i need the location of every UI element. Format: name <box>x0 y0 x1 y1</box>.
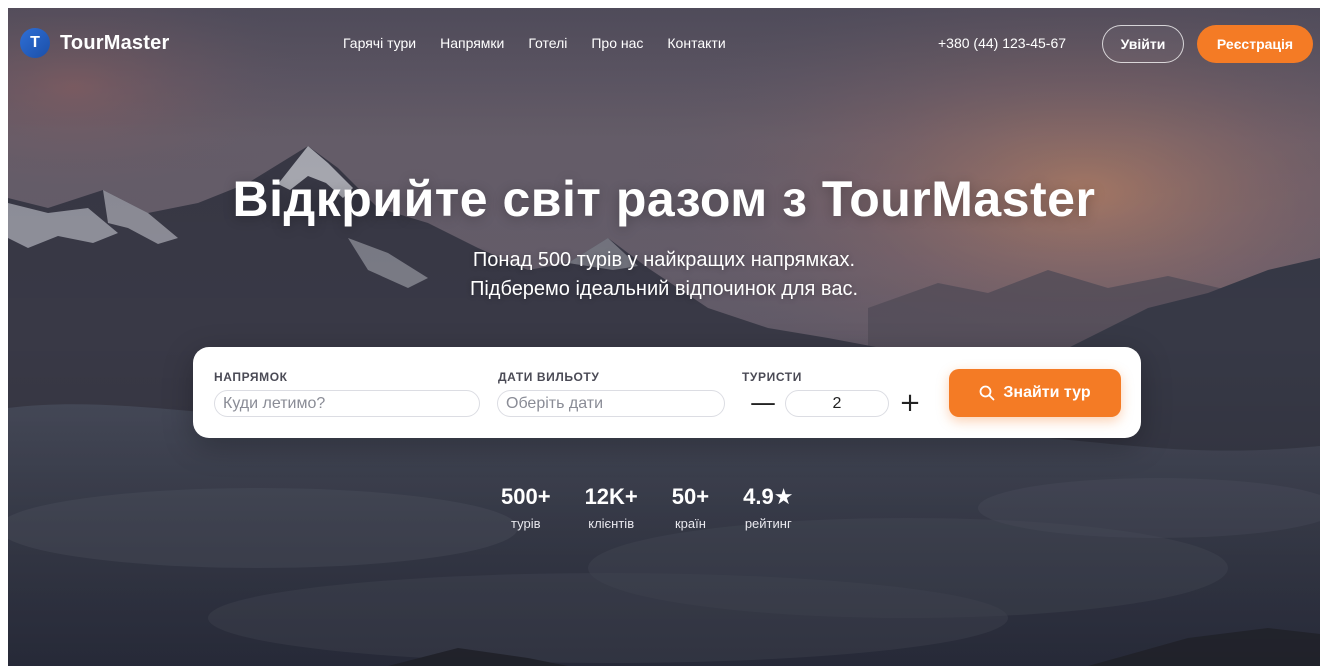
dates-label: ДАТИ ВИЛЬОТУ <box>498 370 600 384</box>
hero-subtitle: Понад 500 турів у найкращих напрямках. П… <box>8 246 1320 304</box>
stat-clients: 12K+ клієнтів <box>585 484 638 531</box>
stat-value: 12K+ <box>584 484 638 509</box>
mountain-background-image <box>8 8 1320 666</box>
login-button[interactable]: Увійти <box>1102 25 1184 63</box>
search-icon <box>979 385 995 401</box>
stat-rating: 4.9★ рейтинг <box>743 484 793 531</box>
hero-section: T TourMaster Гарячі тури Напрямки Готелі… <box>8 8 1320 666</box>
stat-value: 500+ <box>501 484 551 509</box>
stats-row: 500+ турів 12K+ клієнтів 50+ країн 4.9★ … <box>501 484 793 531</box>
stat-label: рейтинг <box>744 516 792 531</box>
find-tour-button[interactable]: Знайти тур <box>949 369 1121 417</box>
register-button[interactable]: Реєстрація <box>1197 25 1313 63</box>
nav-link-contacts[interactable]: Контакти <box>667 35 725 51</box>
logo-badge: T <box>20 28 50 58</box>
destination-input[interactable] <box>214 390 480 417</box>
tourists-count[interactable]: 2 <box>785 390 889 417</box>
stat-value: 50+ <box>671 484 710 509</box>
logo[interactable]: T TourMaster <box>20 28 169 58</box>
stat-label: клієнтів <box>588 516 635 531</box>
nav-link-hot-tours[interactable]: Гарячі тури <box>343 35 416 51</box>
stat-label: країн <box>674 516 706 531</box>
dates-input[interactable] <box>497 390 725 417</box>
nav-link-destinations[interactable]: Напрямки <box>440 35 504 51</box>
hero-title: Відкрийте світ разом з TourMaster <box>232 171 1096 227</box>
nav-link-hotels[interactable]: Готелі <box>528 35 567 51</box>
tourists-increment-button[interactable]: + <box>896 388 924 418</box>
main-menu: Гарячі тури Напрямки Готелі Про нас Конт… <box>343 35 726 51</box>
stat-countries: 50+ країн <box>672 484 709 531</box>
nav-link-about[interactable]: Про нас <box>591 35 643 51</box>
stat-value: 4.9★ <box>743 484 794 509</box>
hero-subtitle-line-1: Понад 500 турів у найкращих напрямках. <box>472 249 856 271</box>
tour-search-form: НАПРЯМОК ДАТИ ВИЛЬОТУ ТУРИСТИ — 2 + Знай… <box>193 347 1141 438</box>
phone-number[interactable]: +380 (44) 123-45-67 <box>938 35 1066 51</box>
logo-text: TourMaster <box>60 31 170 54</box>
find-tour-label: Знайти тур <box>1003 384 1091 401</box>
tourists-decrement-button[interactable]: — <box>749 388 777 418</box>
tourists-label: ТУРИСТИ <box>742 370 802 384</box>
top-navigation: T TourMaster Гарячі тури Напрямки Готелі… <box>8 8 1320 80</box>
stat-tours: 500+ турів <box>501 484 551 531</box>
hero-subtitle-line-2: Підберемо ідеальний відпочинок для вас. <box>469 278 859 300</box>
stat-label: турів <box>511 516 541 531</box>
destination-label: НАПРЯМОК <box>214 370 288 384</box>
